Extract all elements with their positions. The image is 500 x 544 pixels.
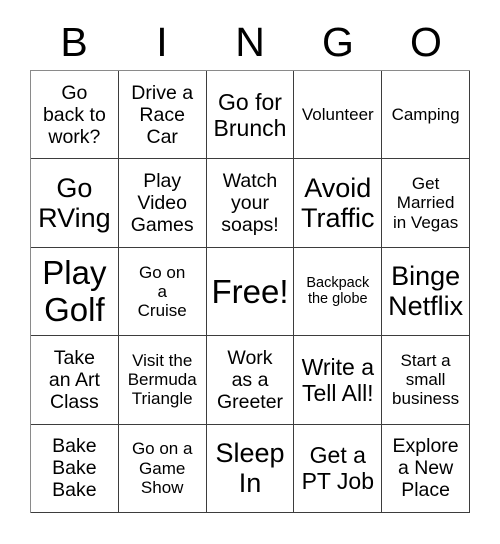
bingo-cell-label: Go RVing: [38, 172, 111, 234]
bingo-cell-label: Free!: [211, 272, 289, 310]
bingo-cell-label: Take an Art Class: [48, 346, 100, 413]
bingo-cell-label: Camping: [391, 105, 460, 125]
bingo-cell-label: Write a Tell All!: [301, 353, 374, 406]
bingo-cell-r3c1[interactable]: Play Golf: [31, 247, 119, 337]
bingo-cell-label: Backpack the globe: [306, 275, 370, 308]
bingo-cell-r5c4[interactable]: Get a PT Job: [294, 424, 383, 513]
bingo-cell-label: Explore a New Place: [392, 435, 459, 502]
bingo-card: B I N G O Go back to work? Drive a Race C…: [0, 0, 500, 544]
bingo-cell-label: Visit the Bermuda Triangle: [127, 351, 197, 409]
bingo-cell-r2c2[interactable]: Play Video Games: [118, 159, 207, 248]
bingo-cell-r5c1[interactable]: Bake Bake Bake: [31, 424, 119, 513]
bingo-header-letter-g: G: [322, 18, 354, 65]
bingo-cell-r3c5[interactable]: Binge Netflix: [382, 247, 470, 337]
bingo-cell-r1c4[interactable]: Volunteer: [294, 71, 383, 160]
bingo-cell-r1c3[interactable]: Go for Brunch: [206, 71, 295, 160]
bingo-cell-r3c3[interactable]: Free!: [206, 247, 295, 337]
bingo-cell-r4c2[interactable]: Visit the Bermuda Triangle: [118, 336, 207, 425]
bingo-cell-label: Drive a Race Car: [131, 81, 194, 148]
bingo-cell-label: Go on a Cruise: [137, 262, 187, 321]
bingo-cell-label: Sleep In: [215, 437, 285, 499]
bingo-cell-r4c3[interactable]: Work as a Greeter: [206, 336, 295, 425]
bingo-cell-label: Watch your soaps!: [221, 170, 279, 237]
bingo-cell-label: Volunteer: [301, 105, 374, 125]
bingo-cell-r1c5[interactable]: Camping: [382, 71, 470, 160]
bingo-cell-r2c3[interactable]: Watch your soaps!: [206, 159, 295, 248]
bingo-cell-r3c4[interactable]: Backpack the globe: [294, 247, 383, 337]
bingo-cell-r5c2[interactable]: Go on a Game Show: [118, 424, 207, 513]
bingo-cell-r4c5[interactable]: Start a small business: [382, 336, 470, 425]
bingo-cell-label: Play Video Games: [130, 170, 194, 237]
bingo-cell-label: Go back to work?: [42, 81, 106, 148]
bingo-cell-label: Get Married in Vegas: [392, 174, 459, 232]
bingo-cell-label: Go on a Game Show: [131, 439, 193, 497]
bingo-header-row: B I N G O: [30, 14, 470, 70]
bingo-cell-label: Start a small business: [392, 351, 460, 409]
bingo-grid: Go back to work? Drive a Race Car Go for B…: [30, 70, 470, 513]
bingo-cell-r2c1[interactable]: Go RVing: [31, 159, 119, 248]
bingo-cell-r5c3[interactable]: Sleep In: [206, 424, 295, 513]
bingo-cell-label: Avoid Traffic: [301, 172, 375, 234]
bingo-cell-r5c5[interactable]: Explore a New Place: [382, 424, 470, 513]
bingo-cell-r1c1[interactable]: Go back to work?: [31, 71, 119, 160]
bingo-cell-r3c2[interactable]: Go on a Cruise: [118, 247, 207, 337]
bingo-cell-label: Binge Netflix: [388, 260, 464, 322]
bingo-header-letter-i: I: [156, 18, 168, 65]
bingo-header-letter-o: O: [410, 18, 442, 65]
bingo-cell-r4c1[interactable]: Take an Art Class: [31, 336, 119, 425]
bingo-cell-label: Work as a Greeter: [216, 346, 284, 413]
bingo-header-letter-b: B: [60, 18, 88, 65]
bingo-header-letter-n: N: [235, 18, 265, 65]
bingo-cell-label: Go for Brunch: [213, 88, 287, 141]
bingo-cell-r2c4[interactable]: Avoid Traffic: [294, 159, 383, 248]
bingo-cell-r1c2[interactable]: Drive a Race Car: [118, 71, 207, 160]
bingo-cell-label: Bake Bake Bake: [52, 435, 97, 502]
bingo-cell-label: Play Golf: [42, 254, 107, 329]
bingo-cell-r2c5[interactable]: Get Married in Vegas: [382, 159, 470, 248]
bingo-cell-r4c4[interactable]: Write a Tell All!: [294, 336, 383, 425]
bingo-cell-label: Get a PT Job: [301, 442, 375, 495]
